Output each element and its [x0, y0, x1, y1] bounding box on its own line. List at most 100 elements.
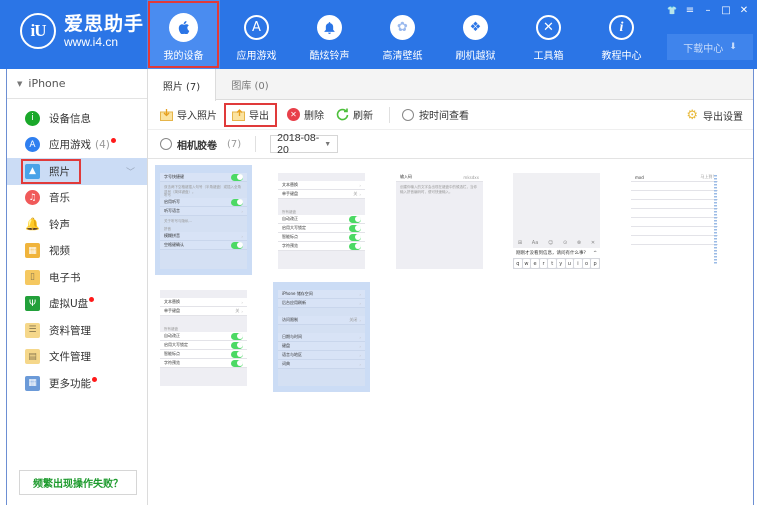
photo-thumbnail[interactable]: 字号快捷键 双击两下空格键插入句号（半角键盘）或插入全角逗号（简体键盘）。 听写 启用… — [155, 165, 252, 275]
sidebar-item-label: 照片 — [49, 165, 70, 178]
section-caption: 关于听写与隐私… — [164, 219, 192, 223]
info-icon: i — [609, 15, 634, 40]
nav-tutorials[interactable]: i 教程中心 — [585, 0, 658, 69]
settings-row-label: 访问限制 — [282, 317, 298, 322]
dropbox-icon: ❖ — [463, 15, 488, 40]
nav-apps-games[interactable]: A 应用游戏 — [220, 0, 293, 69]
more-apps-icon: ▦ — [25, 375, 40, 391]
minimize-button[interactable]: – — [699, 3, 717, 17]
settings-row — [631, 218, 718, 227]
keyboard-suggestion: 刚刚才没看到信息，请问有什么事? ^ — [513, 248, 600, 258]
photo-thumbnail[interactable]: iPhone 储存空间 › 后台应用刷新 › 访问限制 关闭 › 日期与时间 › 键盘 › 语言与地区… — [273, 282, 370, 392]
export-settings-button[interactable]: ⚙ 导出设置 — [686, 100, 743, 130]
chevron-right-icon: › — [359, 300, 361, 306]
nav-flash-jailbreak[interactable]: ❖ 刷机越狱 — [439, 0, 512, 69]
section-caption: 双击两下空格键插入句号（半角键盘）或插入全角逗号（简体键盘）。 — [164, 185, 241, 194]
menu-icon[interactable]: ≡ — [681, 3, 699, 17]
camera-roll-radio[interactable] — [160, 138, 172, 150]
toggle-switch — [231, 341, 243, 349]
nav-ringtones[interactable]: 酷炫铃声 — [293, 0, 366, 69]
index-bar — [714, 175, 717, 265]
sidebar-item[interactable]: 🔔 铃声 — [7, 211, 147, 238]
settings-screenshot: 输入码 mksdxx 创建你输入的文字会出现在键盘中的候选栏，当你输入拼音编码时，便… — [396, 173, 483, 269]
photo-thumbnail[interactable]: 文本替换 › 单手键盘 关 › 所有键盘 自动改正 启用大写锁定 智能标点 字符预览 — [273, 165, 370, 275]
chevron-right-icon: › — [359, 182, 361, 188]
photo-thumbnail[interactable]: mxd 马上到! — [626, 165, 723, 275]
settings-row: 自动改正 — [160, 332, 247, 341]
export-button[interactable]: 导出 — [224, 102, 277, 127]
photo-thumbnail[interactable]: ⊞ Aa ☺ ⊙ ⊗ ✕ 刚刚才没看到信息，请问有什么事? ^ qwertyuiop — [508, 165, 605, 275]
view-by-time-radio[interactable]: 按时间查看 — [402, 105, 469, 125]
tab-gallery[interactable]: 图库 (0) — [216, 69, 284, 100]
album-filter-bar: 相机胶卷 (7) 2018-08-20 ▼ — [148, 130, 753, 159]
sidebar-item[interactable]: ▲ 照片 ﹀ — [7, 158, 147, 185]
sidebar-item[interactable]: i 设备信息 — [7, 105, 147, 132]
import-photos-label: 导入照片 — [177, 111, 217, 122]
sidebar-item[interactable]: ▯ 电子书 — [7, 264, 147, 291]
sidebar-item[interactable]: ▦ 更多功能 — [7, 370, 147, 397]
nav-label: 酷炫铃声 — [309, 51, 350, 62]
main-panel: 照片 (7) 图库 (0) 导入照片 导出 ✕ 删除 刷新 按时间查看 ⚙ 导出… — [148, 69, 753, 505]
usb-icon: Ψ — [25, 296, 40, 312]
sidebar-item-label: 铃声 — [49, 218, 70, 231]
tab-photos[interactable]: 照片 (7) — [148, 69, 216, 101]
keyboard-key: q — [514, 259, 522, 268]
nav-wallpapers[interactable]: ✿ 高清壁纸 — [366, 0, 439, 69]
nav-label: 刷机越狱 — [455, 51, 496, 62]
operation-failure-help-button[interactable]: 频繁出现操作失败？ — [19, 470, 137, 495]
nav-my-device[interactable]: 我的设备 — [147, 0, 220, 69]
import-photos-button[interactable]: 导入照片 — [160, 105, 217, 125]
refresh-button[interactable]: 刷新 — [336, 105, 373, 125]
skin-icon[interactable]: 👕 — [663, 3, 681, 17]
settings-row: 日期与时间 › — [278, 333, 365, 342]
settings-row: 键盘 › — [278, 342, 365, 351]
section-caption: 所有键盘 — [282, 210, 296, 214]
settings-row: 智能标点 — [278, 233, 365, 242]
section-caption: 创建你输入的文字会出现在键盘中的候选栏，当你输入拼音编码时，便可快速输入。 — [400, 185, 477, 194]
photo-toolbar: 导入照片 导出 ✕ 删除 刷新 按时间查看 ⚙ 导出设置 — [148, 100, 753, 130]
toggle-switch — [231, 241, 243, 249]
device-header[interactable]: ▼ iPhone — [7, 69, 147, 99]
chevron-right-icon: › — [241, 208, 243, 214]
sidebar-item-label: 视频 — [49, 245, 70, 258]
sidebar-item-label: 电子书 — [49, 271, 81, 284]
chevron-right-icon: › — [359, 291, 361, 297]
sidebar-item[interactable]: A 应用游戏 (4) — [7, 132, 147, 159]
file-icon: ▤ — [25, 349, 40, 365]
sidebar-item[interactable]: ♫ 音乐 — [7, 185, 147, 212]
photo-thumbnail[interactable]: 文本替换 › 单手键盘 关 › 所有键盘 自动改正 启用大写锁定 智能标点 字符预览 — [155, 282, 252, 392]
app-url: www.i4.cn — [64, 34, 119, 49]
info-green-icon: i — [25, 110, 40, 126]
settings-row: 字号快捷键 — [160, 173, 247, 182]
settings-row-label: 语言与地区 — [282, 352, 302, 357]
sidebar-item[interactable]: Ψ 虚拟U盘 — [7, 291, 147, 318]
sidebar-item[interactable]: ▦ 视频 — [7, 238, 147, 265]
settings-row: 语言与地区 › — [278, 351, 365, 360]
keyboard-key: t — [548, 259, 556, 268]
settings-row: 文本替换 › — [278, 181, 365, 190]
sidebar-item[interactable]: ☰ 资料管理 — [7, 317, 147, 344]
bell-icon — [317, 15, 342, 40]
date-select[interactable]: 2018-08-20 ▼ — [270, 132, 339, 156]
toolbar-divider — [389, 106, 390, 123]
settings-row — [631, 191, 718, 200]
sidebar-item[interactable]: ▤ 文件管理 — [7, 344, 147, 371]
contacts-icon: ☰ — [25, 322, 40, 338]
maximize-button[interactable]: □ — [717, 3, 735, 17]
toggle-switch — [231, 359, 243, 367]
toggle-switch — [349, 215, 361, 223]
nav-toolbox[interactable]: ✕ 工具箱 — [512, 0, 585, 69]
flower-icon: ✿ — [390, 15, 415, 40]
settings-row: 听写语言 › — [160, 207, 247, 216]
keyboard-key: w — [522, 259, 531, 268]
close-button[interactable]: ✕ — [735, 3, 753, 17]
settings-row: 空格键确认 — [160, 241, 247, 250]
delete-button[interactable]: ✕ 删除 — [287, 105, 324, 125]
chevron-right-icon: › — [359, 352, 361, 358]
download-center-button[interactable]: 下载中心 ⬇ — [667, 34, 753, 60]
photo-thumbnail[interactable]: 输入码 mksdxx 创建你输入的文字会出现在键盘中的候选栏，当你输入拼音编码时，便… — [391, 165, 488, 275]
tools-icon: ✕ — [536, 15, 561, 40]
